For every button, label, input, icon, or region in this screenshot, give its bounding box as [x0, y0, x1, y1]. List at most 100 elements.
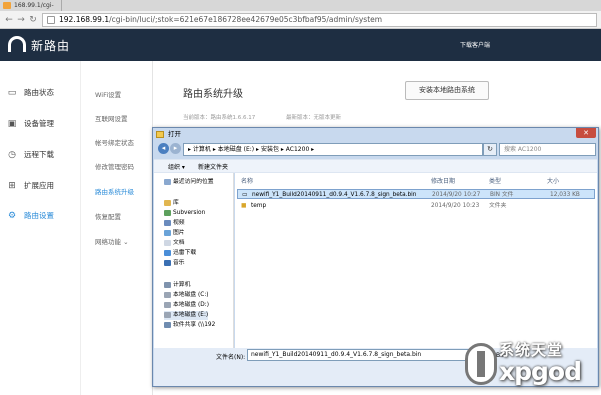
column-header-date[interactable]: 修改日期: [431, 176, 455, 185]
tree-label: 音乐: [173, 260, 185, 266]
grid-icon: ⊞: [8, 181, 16, 191]
subnav-internet[interactable]: 互联网设置: [95, 113, 128, 123]
sidebar-item-download[interactable]: ◷ 远程下载: [7, 149, 54, 161]
computer-icon: [164, 282, 171, 288]
tree-label: 库: [173, 200, 179, 206]
subnav-network[interactable]: 网络功能 ⌄: [95, 236, 129, 246]
recent-icon: [164, 179, 171, 185]
tree-item[interactable]: Subversion: [164, 209, 205, 218]
reload-icon[interactable]: ↻: [27, 14, 39, 26]
watermark: 系统天堂 xpgod: [465, 337, 597, 389]
browser-tab[interactable]: 168.99.1/cgi-bin/lu: [0, 0, 62, 20]
column-header-name[interactable]: 名称: [241, 176, 253, 185]
tree-item[interactable]: 迅雷下载: [164, 249, 196, 258]
app-header: 新路由 下载客户端: [0, 29, 601, 61]
file-date: 2014/9/20 10:23: [431, 203, 480, 209]
chart-icon: ▭: [7, 88, 17, 98]
tree-item[interactable]: 音乐: [164, 259, 185, 268]
organize-button[interactable]: 组织 ▾: [168, 162, 185, 171]
video-icon: [164, 220, 171, 226]
breadcrumb[interactable]: ▸ 计算机 ▸ 本地磁盘 (E:) ▸ 安装包 ▸ AC1200 ▸: [183, 143, 483, 156]
column-header-size[interactable]: 大小: [547, 176, 559, 185]
forward-icon[interactable]: ▸: [170, 143, 181, 154]
folder-icon: ■: [241, 203, 247, 209]
document-icon: [164, 240, 171, 246]
dialog-title: 打开: [168, 130, 181, 138]
tree-item[interactable]: 文档: [164, 239, 185, 248]
current-version: 当前版本：路由系统1.6.6.17: [183, 115, 256, 121]
filename-input[interactable]: newifi_Y1_Build20140911_d0.9.4_V1.6.7.8_…: [247, 349, 485, 361]
folder-tree: 最近访问的位置 库 Subversion 视频 图片 文档 迅雷下载 音乐 计算…: [154, 173, 234, 348]
tree-item[interactable]: 本地磁盘 (E:): [164, 311, 209, 320]
subnav-upgrade[interactable]: 路由系统升级: [95, 186, 134, 196]
tree-label: 本地磁盘 (E:): [173, 312, 209, 318]
drive-icon: [164, 302, 171, 308]
tree-label: 图片: [173, 230, 185, 236]
monitor-icon: ▣: [7, 119, 17, 129]
drive-icon: [164, 292, 171, 298]
file-size: 12,033 KB: [550, 192, 580, 198]
subnav-wifi[interactable]: WiFi设置: [95, 89, 121, 99]
tree-item[interactable]: 图片: [164, 229, 185, 238]
tree-item[interactable]: 本地磁盘 (D:): [164, 301, 209, 310]
sidebar-item-label: 路由设置: [24, 211, 54, 220]
address-bar[interactable]: 192.168.99.1/cgi-bin/luci/;stok=621e67e1…: [42, 13, 597, 27]
music-icon: [164, 260, 171, 266]
watermark-line2: xpgod: [499, 357, 582, 386]
download-icon: ◷: [8, 150, 16, 160]
new-folder-button[interactable]: 新建文件夹: [198, 162, 228, 171]
refresh-icon[interactable]: ↻: [483, 143, 497, 156]
url-host: 192.168.99.1: [59, 15, 110, 24]
file-row[interactable]: ■ temp 2014/9/20 10:23 文件夹: [237, 201, 595, 211]
library-icon: [164, 200, 171, 206]
sidebar-item-label: 路由状态: [24, 88, 54, 97]
tree-item[interactable]: 库: [164, 199, 179, 208]
dialog-toolbar: 组织 ▾ 新建文件夹: [154, 159, 597, 173]
tree-item[interactable]: 本地磁盘 (C:): [164, 291, 209, 300]
latest-version: 最新版本：无版本更新: [286, 115, 342, 121]
folder-icon: [156, 131, 164, 138]
page-icon: [47, 16, 55, 24]
drive-icon: [164, 312, 171, 318]
sidebar-item-devices[interactable]: ▣ 设备管理: [7, 118, 54, 130]
tree-item[interactable]: 计算机: [164, 281, 190, 290]
tree-label: 最近访问的位置: [173, 179, 214, 185]
tree-label: 软件共享 (\\192: [173, 322, 216, 328]
forward-icon[interactable]: →: [15, 14, 27, 26]
subnav-restore[interactable]: 恢复配置: [95, 211, 121, 221]
back-icon[interactable]: ◂: [158, 143, 169, 154]
file-name: newifi_Y1_Build20140911_d0.9.4_V1.6.7.8_…: [252, 192, 417, 198]
tree-label: Subversion: [173, 210, 206, 216]
sidebar-item-label: 扩展应用: [24, 181, 54, 190]
sidebar-item-settings[interactable]: ⚙ 路由设置: [7, 210, 54, 222]
sidebar-item-label: 设备管理: [24, 119, 54, 128]
sidebar-item-status[interactable]: ▭ 路由状态: [7, 87, 54, 99]
filename-label: 文件名(N):: [216, 354, 246, 361]
tree-label: 计算机: [173, 282, 191, 288]
back-icon[interactable]: ←: [3, 14, 15, 26]
tree-item[interactable]: 视频: [164, 219, 185, 228]
tab-bar: [0, 0, 601, 11]
watermark-logo: [465, 343, 497, 385]
search-input[interactable]: 搜索 AC1200: [499, 143, 596, 156]
file-type: 文件夹: [489, 203, 507, 209]
subversion-icon: [164, 210, 171, 216]
tree-label: 本地磁盘 (D:): [173, 302, 209, 308]
tree-label: 文档: [173, 240, 185, 246]
file-row[interactable]: ▭ newifi_Y1_Build20140911_d0.9.4_V1.6.7.…: [237, 189, 595, 199]
subnav-account[interactable]: 帐号绑定状态: [95, 137, 134, 147]
subnav-password[interactable]: 修改管理密码: [95, 161, 134, 171]
dialog-titlebar: 打开: [153, 128, 598, 141]
download-client-link[interactable]: 下载客户端: [460, 40, 490, 49]
tree-item[interactable]: 软件共享 (\\192: [164, 321, 215, 330]
close-button[interactable]: ✕: [576, 128, 596, 138]
sidebar-item-label: 远程下载: [24, 150, 54, 159]
column-header-type[interactable]: 类型: [489, 176, 501, 185]
tree-item[interactable]: 最近访问的位置: [164, 178, 214, 187]
tree-label: 本地磁盘 (C:): [173, 292, 209, 298]
sub-navigation: WiFi设置 互联网设置 帐号绑定状态 修改管理密码 路由系统升级 恢复配置 网…: [80, 61, 152, 395]
install-local-button[interactable]: 安装本地路由系统: [405, 81, 489, 100]
picture-icon: [164, 230, 171, 236]
sidebar-item-apps[interactable]: ⊞ 扩展应用: [7, 180, 54, 192]
gear-icon: ⚙: [7, 211, 17, 221]
